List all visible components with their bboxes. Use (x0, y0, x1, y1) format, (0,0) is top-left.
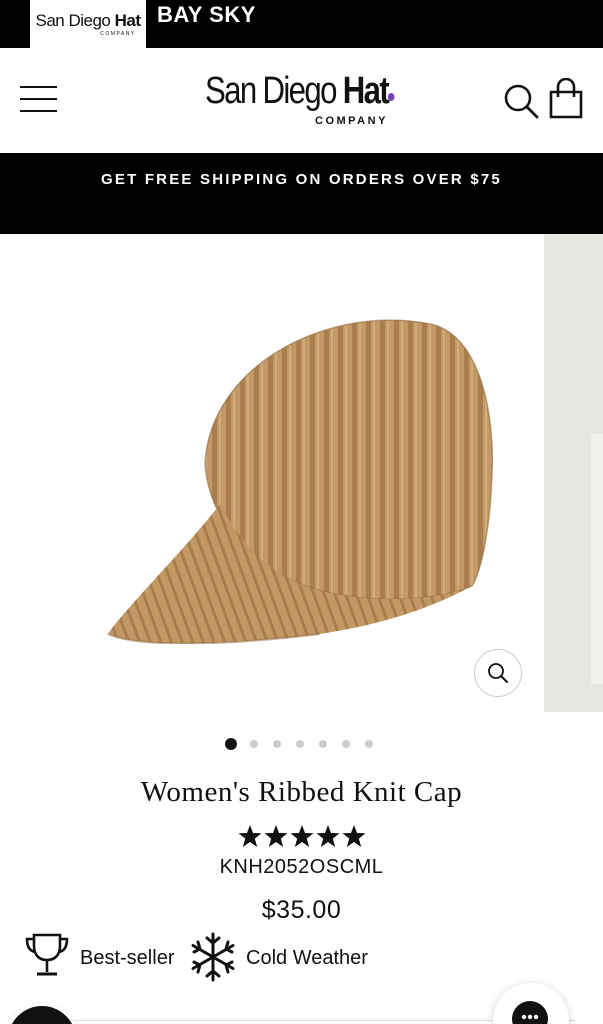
search-icon (504, 84, 539, 119)
carousel-dot[interactable] (342, 740, 350, 748)
rating-stars[interactable] (238, 824, 366, 848)
star-icon (290, 825, 314, 847)
notification-bar: San Diego Hat COMPANY BAY SKY (0, 0, 603, 48)
star-icon (316, 825, 340, 847)
cart-icon (549, 77, 583, 119)
next-slide-preview[interactable] (544, 234, 603, 712)
send-icon (8, 1006, 76, 1024)
product-image[interactable] (100, 304, 500, 644)
app-logo: San Diego Hat COMPANY (30, 0, 146, 48)
product-title: Women's Ribbed Knit Cap (140, 776, 463, 808)
menu-button[interactable] (20, 86, 58, 114)
star-icon (264, 825, 288, 847)
product-sku: KNH2052OSCML (219, 856, 384, 878)
site-logo[interactable]: San Diego Hat COMPANY (205, 72, 405, 130)
announcement-text: GET FREE SHIPPING ON ORDERS OVER $75 (101, 171, 502, 188)
chat-icon (512, 1001, 548, 1024)
zoom-icon (488, 663, 508, 683)
logo-word: San Diego (205, 70, 343, 112)
carousel-dot[interactable] (273, 740, 281, 748)
logo-bold: Hat (342, 70, 390, 112)
cart-button[interactable] (548, 77, 584, 120)
star-icon (238, 825, 262, 847)
announcement-bar: GET FREE SHIPPING ON ORDERS OVER $75 (0, 153, 603, 234)
carousel-dot[interactable] (250, 740, 258, 748)
carousel-dot[interactable] (225, 738, 237, 750)
product-gallery[interactable] (0, 234, 603, 712)
search-button[interactable] (502, 82, 540, 120)
app-logo-bold: Hat (114, 10, 141, 30)
badge-label-cold-weather: Cold Weather (246, 947, 368, 969)
badge-label-best-seller: Best-seller (80, 947, 175, 969)
carousel-dot[interactable] (296, 740, 304, 748)
logo-sub: COMPANY (315, 115, 388, 127)
carousel-dot[interactable] (319, 740, 327, 748)
site-header: San Diego Hat COMPANY (0, 48, 603, 153)
floating-action-button[interactable] (8, 1006, 76, 1024)
carousel-dots (225, 737, 388, 751)
chat-button[interactable] (493, 983, 569, 1024)
registered-mark (388, 93, 395, 101)
app-logo-sub: COMPANY (100, 30, 136, 37)
app-name: BAY SKY (157, 2, 256, 27)
carousel-dot[interactable] (365, 740, 373, 748)
snowflake-icon (191, 932, 235, 982)
app-logo-word: San Diego (35, 10, 115, 30)
product-price: $35.00 (261, 896, 342, 924)
star-icon (342, 825, 366, 847)
trophy-icon (25, 933, 69, 976)
zoom-button[interactable] (474, 649, 522, 697)
